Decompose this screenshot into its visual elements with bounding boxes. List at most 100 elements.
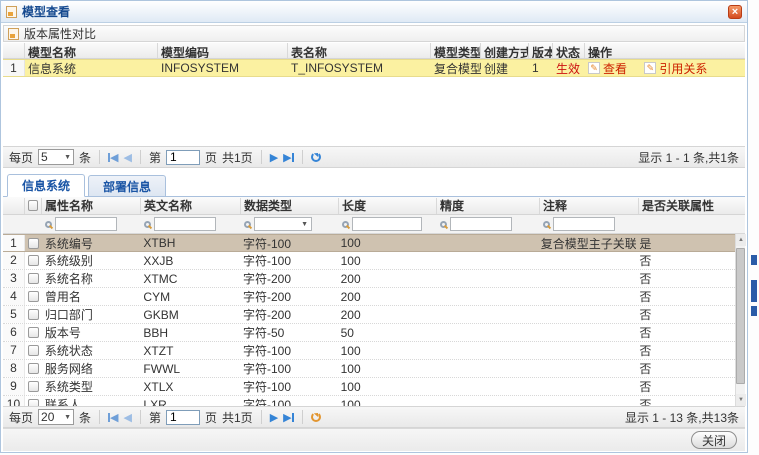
vertical-scrollbar[interactable]: ▲ ▼: [735, 234, 745, 406]
table-row[interactable]: 8 服务网络 FWWL 字符-100 100 否: [3, 360, 735, 378]
prev-page-button[interactable]: ◀: [124, 151, 132, 164]
search-icon[interactable]: [144, 221, 151, 228]
pager-separator: [99, 410, 100, 424]
page-number-input[interactable]: [166, 410, 200, 425]
table-row[interactable]: 9 系统类型 XTLX 字符-100 100 否: [3, 378, 735, 396]
tab-deploy-info[interactable]: 部署信息: [88, 175, 166, 196]
attr-col-english-name[interactable]: 英文名称: [141, 198, 241, 214]
attr-name-cell: 系统类型: [42, 377, 141, 396]
per-page-value: 20: [41, 410, 54, 424]
first-page-button[interactable]: ◀: [108, 151, 118, 164]
row-checkbox[interactable]: [28, 363, 39, 374]
attr-name-cell: 系统名称: [42, 269, 141, 288]
model-col-operation[interactable]: 操作: [585, 43, 745, 58]
filter-select-data-type[interactable]: ▼: [254, 217, 312, 231]
attr-col-name[interactable]: 属性名称: [42, 198, 141, 214]
search-icon[interactable]: [342, 221, 349, 228]
attr-note-cell: [538, 350, 637, 352]
total-pages-label: 共1页: [222, 409, 253, 426]
next-page-button[interactable]: ▶: [270, 151, 278, 164]
search-icon[interactable]: [440, 221, 447, 228]
model-col-index: [3, 43, 25, 58]
edit-pencil-icon: [588, 62, 600, 74]
view-action-link[interactable]: 查看: [588, 60, 627, 77]
tab-info-system[interactable]: 信息系统: [7, 174, 85, 197]
row-checkbox-cell: [25, 399, 42, 406]
model-col-type[interactable]: 模型类型: [431, 43, 481, 58]
scrollbar-thumb[interactable]: [736, 248, 745, 384]
search-icon[interactable]: [543, 221, 550, 228]
search-icon[interactable]: [244, 221, 251, 228]
attr-name-cell: 版本号: [42, 323, 141, 342]
attr-english-name-cell: XXJB: [140, 253, 240, 269]
attr-col-is-relation[interactable]: 是否关联属性: [639, 198, 738, 214]
version-compare-button[interactable]: 版本属性对比: [8, 25, 96, 42]
table-row[interactable]: 5 归口部门 GKBM 字符-200 200 否: [3, 306, 735, 324]
total-pages-label: 共1页: [222, 149, 253, 166]
model-row-actions: 查看 引用关系: [585, 59, 745, 78]
attr-col-length[interactable]: 长度: [339, 198, 437, 214]
attr-data-type-cell: 字符-50: [240, 323, 338, 342]
table-row[interactable]: 3 系统名称 XTMC 字符-200 200 否: [3, 270, 735, 288]
dialog-title: 模型查看: [22, 3, 70, 20]
refresh-icon[interactable]: [311, 412, 321, 422]
attr-length-cell: 100: [338, 235, 436, 251]
attr-data-type-cell: 字符-100: [240, 234, 338, 253]
first-page-button[interactable]: ◀: [108, 411, 118, 424]
row-checkbox[interactable]: [28, 345, 39, 356]
filter-input-precision[interactable]: [450, 217, 512, 231]
close-dialog-button[interactable]: 关闭: [691, 431, 737, 449]
model-row-index: 1: [3, 60, 25, 76]
table-row[interactable]: 10 联系人 LXR 字符-100 100 否: [3, 396, 735, 406]
attr-name-cell: 系统状态: [42, 341, 141, 360]
refresh-icon[interactable]: [311, 152, 321, 162]
reference-relation-link[interactable]: 引用关系: [644, 60, 707, 77]
row-checkbox-cell: [25, 327, 42, 338]
last-page-button[interactable]: ▶: [283, 411, 293, 424]
row-checkbox[interactable]: [28, 238, 39, 249]
scroll-up-icon[interactable]: ▲: [736, 234, 746, 246]
filter-input-length[interactable]: [352, 217, 422, 231]
attr-note-cell: [538, 368, 637, 370]
dialog-close-icon[interactable]: ×: [728, 5, 742, 19]
page-number-input[interactable]: [166, 150, 200, 165]
model-col-table[interactable]: 表名称: [288, 43, 431, 58]
prev-page-button[interactable]: ◀: [124, 411, 132, 424]
row-checkbox[interactable]: [28, 309, 39, 320]
select-all-checkbox[interactable]: [28, 200, 38, 211]
model-col-version[interactable]: 版本: [529, 43, 553, 58]
filter-input-name[interactable]: [55, 217, 117, 231]
next-page-button[interactable]: ▶: [270, 411, 278, 424]
attr-data-type-cell: 字符-200: [240, 269, 338, 288]
row-checkbox[interactable]: [28, 273, 39, 284]
per-page-select[interactable]: 20 ▼: [38, 409, 74, 425]
model-col-status[interactable]: 状态: [553, 43, 585, 58]
filter-input-english-name[interactable]: [154, 217, 216, 231]
model-col-code[interactable]: 模型编码: [158, 43, 288, 58]
model-table-row[interactable]: 1 信息系统 INFOSYSTEM T_INFOSYSTEM 复合模型 创建 1…: [3, 59, 745, 77]
attr-col-data-type[interactable]: 数据类型: [241, 198, 339, 214]
attr-english-name-cell: XTBH: [140, 235, 240, 251]
filter-input-note[interactable]: [553, 217, 615, 231]
per-page-select[interactable]: 5 ▼: [38, 149, 74, 165]
row-checkbox[interactable]: [28, 327, 39, 338]
last-page-button[interactable]: ▶: [283, 151, 293, 164]
row-checkbox[interactable]: [28, 381, 39, 392]
attr-name-cell: 归口部门: [42, 305, 141, 324]
attr-col-precision[interactable]: 精度: [437, 198, 540, 214]
row-checkbox[interactable]: [28, 291, 39, 302]
table-row[interactable]: 1 系统编号 XTBH 字符-100 100 复合模型主子关联属性 是: [3, 234, 735, 252]
model-col-name[interactable]: 模型名称: [25, 43, 158, 58]
scroll-down-icon[interactable]: ▼: [736, 394, 746, 406]
table-row[interactable]: 6 版本号 BBH 字符-50 50 否: [3, 324, 735, 342]
row-checkbox[interactable]: [28, 399, 39, 406]
attr-col-note[interactable]: 注释: [540, 198, 639, 214]
model-col-create-mode[interactable]: 创建方式: [481, 43, 529, 58]
background-content-fragment: [751, 280, 757, 302]
table-row[interactable]: 4 曾用名 CYM 字符-200 200 否: [3, 288, 735, 306]
attr-note-cell: [538, 332, 637, 334]
table-row[interactable]: 7 系统状态 XTZT 字符-100 100 否: [3, 342, 735, 360]
row-checkbox[interactable]: [28, 255, 39, 266]
table-row[interactable]: 2 系统级别 XXJB 字符-100 100 否: [3, 252, 735, 270]
search-icon[interactable]: [45, 221, 52, 228]
